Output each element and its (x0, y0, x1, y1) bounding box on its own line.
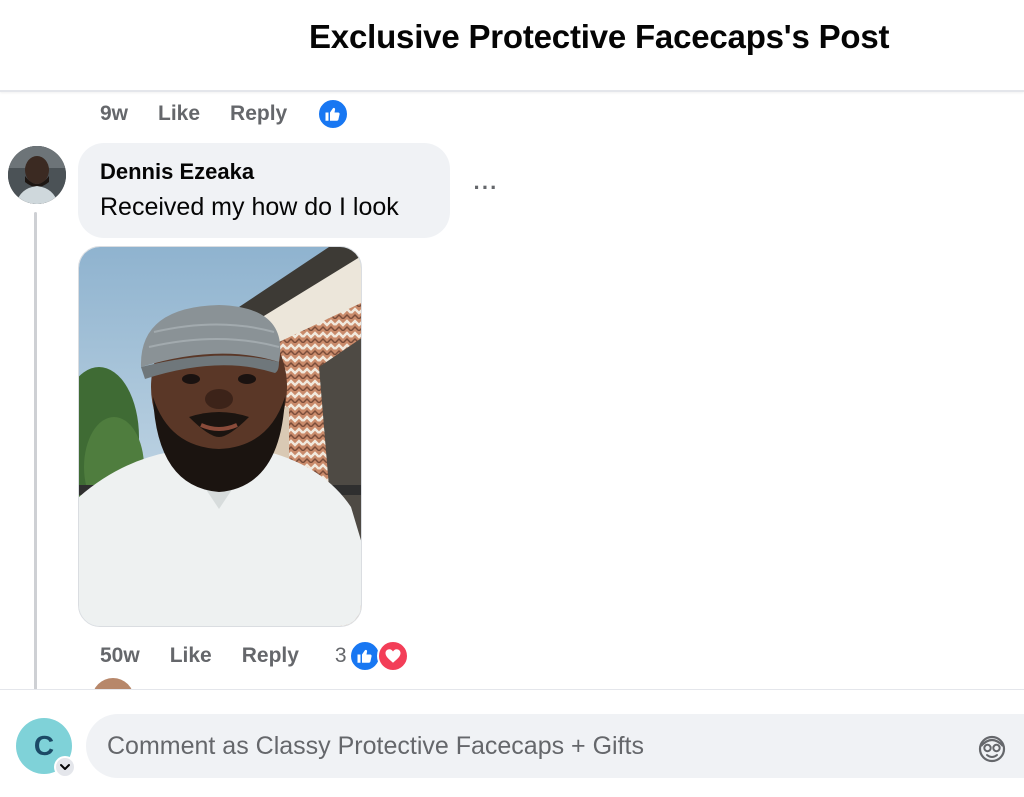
more-options-icon[interactable]: ··· (470, 176, 502, 200)
heart-icon (385, 649, 401, 663)
comment-author[interactable]: Dennis Ezeaka (100, 159, 254, 185)
reaction-summary[interactable]: 3 (335, 640, 409, 672)
thumbs-up-icon (357, 649, 372, 663)
sticker-face-icon[interactable] (976, 732, 1008, 764)
page-title: Exclusive Protective Facecaps's Post (309, 18, 890, 55)
reaction-count: 3 (334, 644, 347, 667)
like-icon[interactable] (317, 98, 350, 130)
comment-bubble[interactable]: Dennis Ezeaka Received my how do I look (78, 143, 450, 238)
profile-photo (8, 146, 66, 204)
like-button[interactable]: Like (158, 102, 200, 126)
thread-line (34, 212, 37, 690)
comment-timestamp[interactable]: 9w (100, 102, 128, 126)
reply-button[interactable]: Reply (242, 644, 299, 668)
comment-text: Received my how do I look (100, 193, 399, 221)
love-icon (376, 640, 409, 672)
chevron-down-icon[interactable] (54, 756, 76, 778)
like-button[interactable]: Like (170, 644, 212, 668)
comment-actions: 50w Like Reply 3 (100, 640, 409, 672)
thumbs-up-icon (325, 107, 340, 121)
comment-timestamp[interactable]: 50w (100, 644, 140, 668)
comment-input[interactable] (86, 714, 1024, 778)
photo-image (79, 247, 361, 626)
previous-comment-actions: 9w Like Reply (100, 98, 350, 130)
post-header: Exclusive Protective Facecaps's Post (0, 0, 1024, 92)
chevron-down-glyph (60, 764, 70, 770)
comment-composer: C (0, 689, 1024, 797)
post-comments-page: Exclusive Protective Facecaps's Post 9w … (0, 0, 1024, 797)
like-icon (348, 640, 381, 672)
avatar[interactable] (8, 146, 66, 204)
reply-button[interactable]: Reply (230, 102, 287, 126)
sticker-face-glyph (978, 735, 1006, 763)
comment-photo[interactable] (78, 246, 362, 627)
